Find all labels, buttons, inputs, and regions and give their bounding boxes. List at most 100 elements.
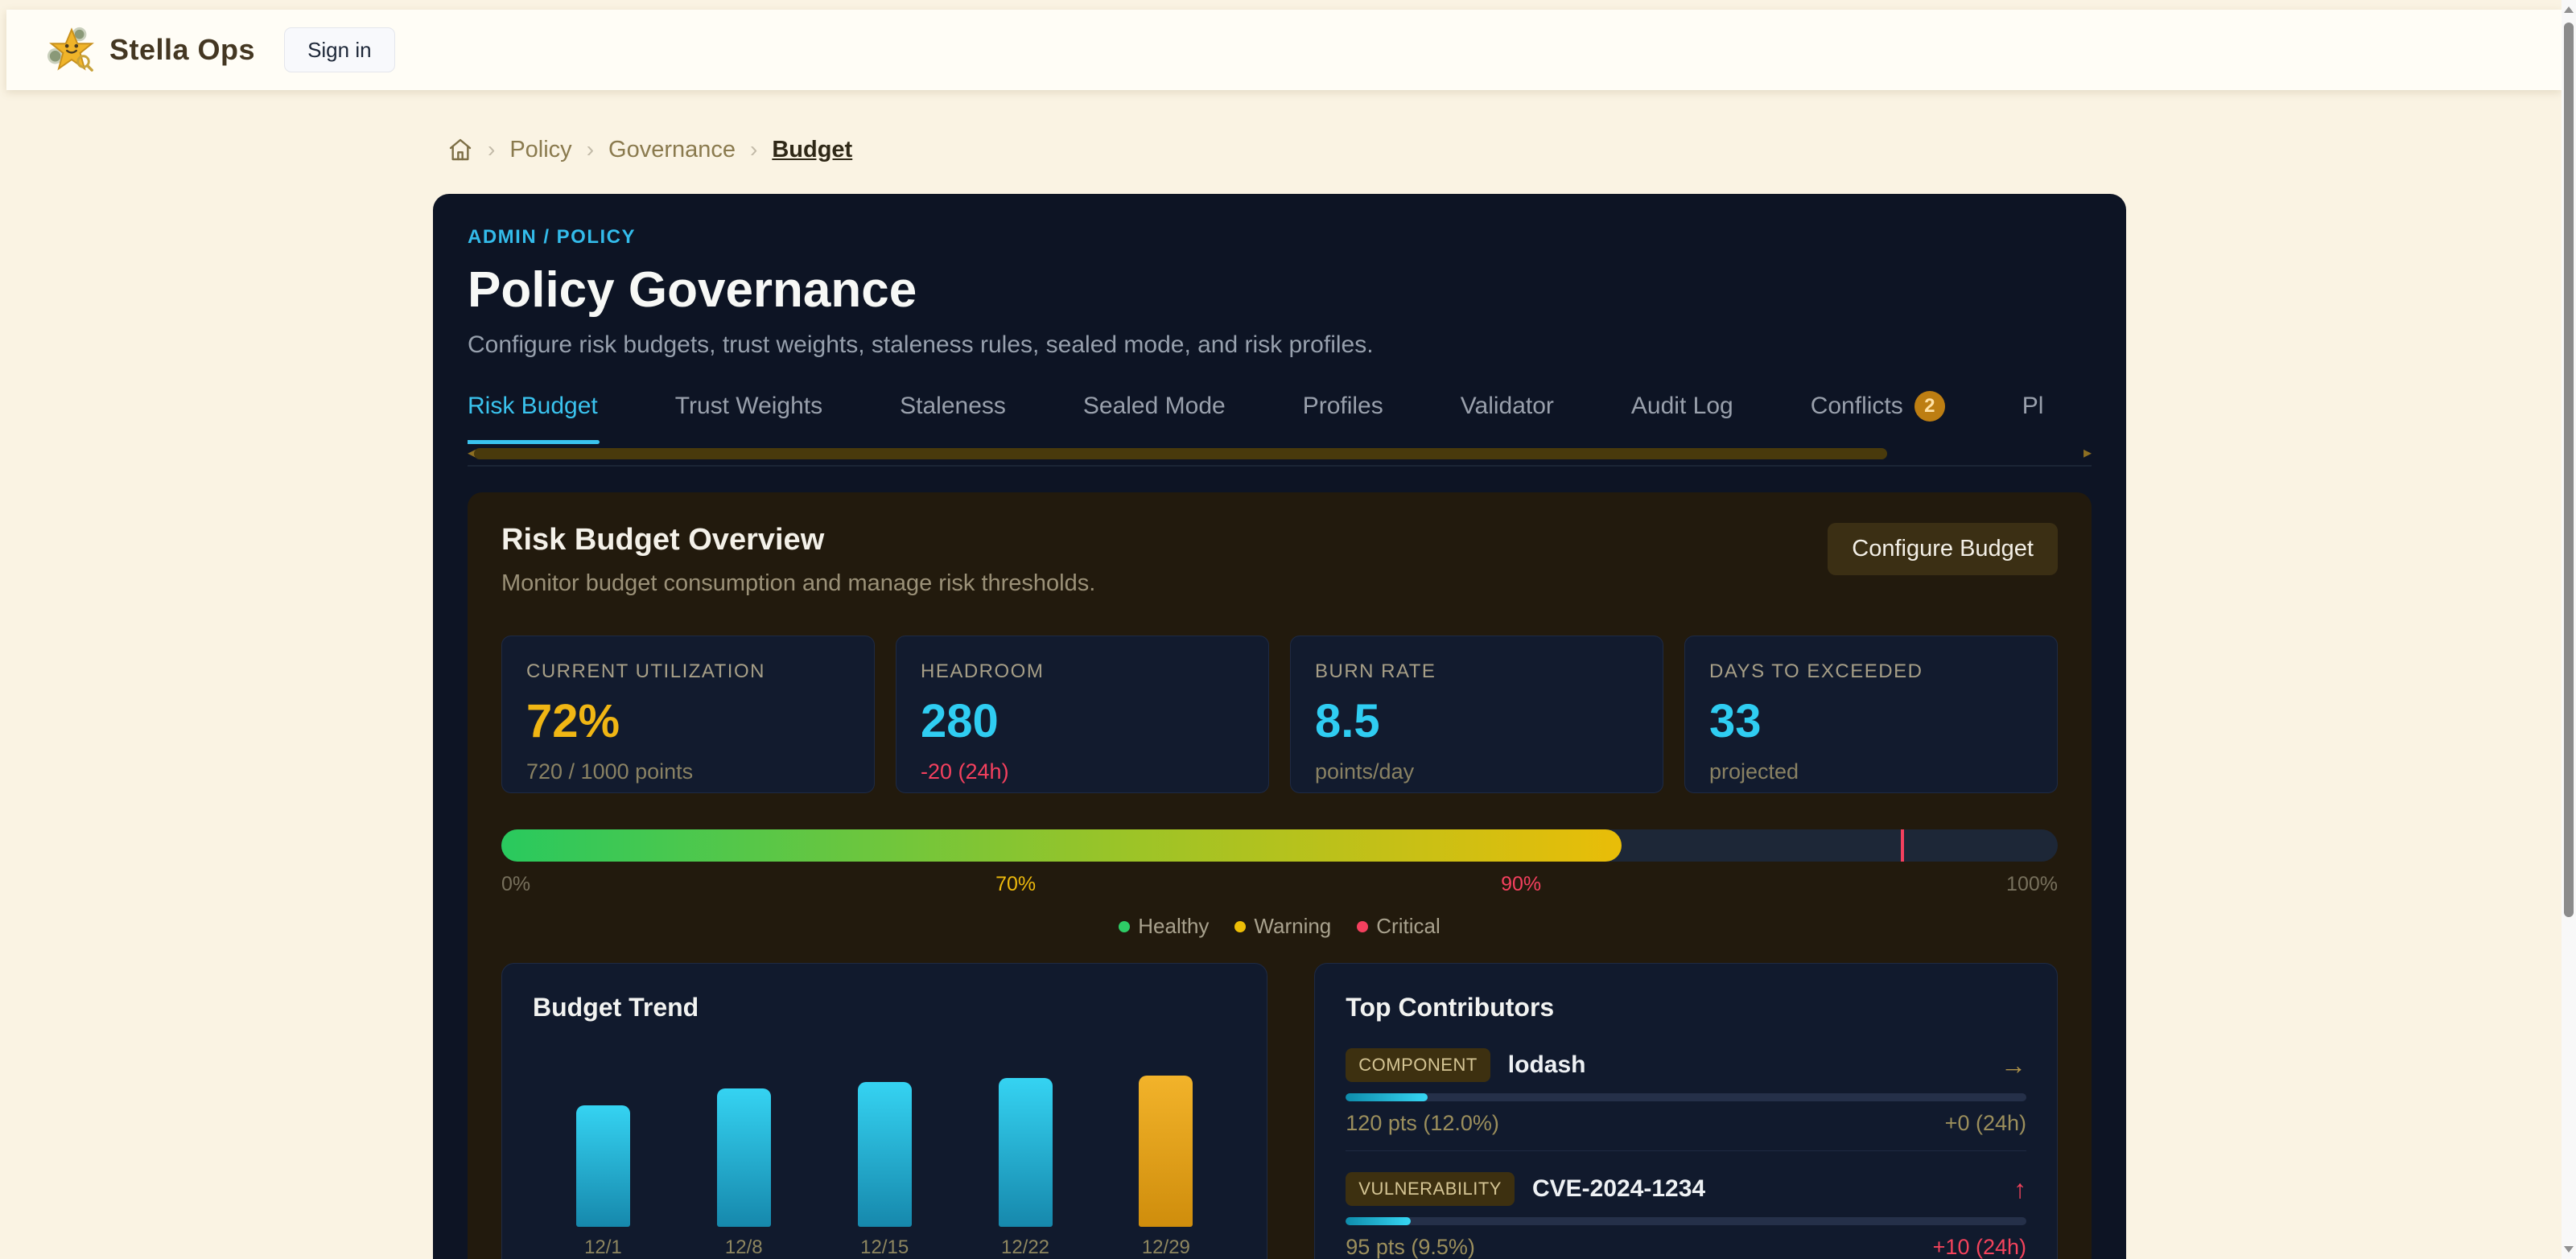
- contributor-header: VULNERABILITY CVE-2024-1234 ↑: [1346, 1171, 2026, 1208]
- chart-x-label: 12/22: [955, 1236, 1096, 1259]
- breadcrumb-item-policy[interactable]: Policy: [509, 137, 571, 163]
- contributor-delta: +0 (24h): [1945, 1111, 2026, 1136]
- budget-trend-card: Budget Trend 12/112/812/1512/2212/29: [501, 963, 1267, 1259]
- stat-card-current-utilization: CURRENT UTILIZATION 72% 720 / 1000 points: [501, 636, 875, 793]
- page-scrollbar[interactable]: [2562, 0, 2576, 1259]
- tab-scrollbar-thumb[interactable]: [474, 448, 1887, 459]
- tab-label: Validator: [1461, 393, 1554, 420]
- tab-label: Audit Log: [1631, 393, 1733, 420]
- utilization-legend: Healthy Warning Critical: [501, 914, 2058, 939]
- tab-profiles[interactable]: Profiles: [1303, 391, 1383, 444]
- stat-value: 33: [1709, 694, 2033, 748]
- contributor-row-lodash[interactable]: COMPONENTlodash→120 pts (12.0%)+0 (24h): [1346, 1047, 2026, 1136]
- contributor-points: 120 pts (12.0%): [1346, 1111, 1499, 1136]
- legend-item-healthy: Healthy: [1119, 914, 1209, 939]
- tab-sealed-mode[interactable]: Sealed Mode: [1083, 391, 1226, 444]
- contributor-progress-track: [1346, 1217, 2026, 1225]
- contributor-name: CVE-2024-1234: [1532, 1175, 1705, 1203]
- scrollbar-down-arrow-icon[interactable]: [2564, 1246, 2574, 1253]
- utilization-tick-90: 90%: [1501, 873, 1541, 896]
- trend-up-arrow-icon: ↑: [2013, 1175, 2026, 1204]
- utilization-progress-fill: [501, 829, 1622, 862]
- stats-grid: CURRENT UTILIZATION 72% 720 / 1000 points H…: [501, 636, 2058, 793]
- stat-label: CURRENT UTILIZATION: [526, 660, 850, 683]
- budget-trend-x-labels: 12/112/812/1512/2212/29: [533, 1236, 1236, 1259]
- utilization-tick-labels: 0% 70% 90% 100%: [501, 873, 2058, 896]
- tab-audit-log[interactable]: Audit Log: [1631, 391, 1733, 444]
- legend-dot-warning-icon: [1234, 921, 1246, 932]
- tab-label: Conflicts: [1811, 393, 1903, 420]
- tab-risk-budget[interactable]: Risk Budget: [468, 391, 598, 444]
- tab-label: Profiles: [1303, 393, 1383, 420]
- stat-label: BURN RATE: [1315, 660, 1638, 683]
- tab-validator[interactable]: Validator: [1461, 391, 1554, 444]
- contributor-type-badge: VULNERABILITY: [1346, 1172, 1515, 1206]
- risk-budget-overview-card: Risk Budget Overview Monitor budget cons…: [468, 492, 2092, 1259]
- budget-trend-title: Budget Trend: [533, 993, 1236, 1022]
- contributor-progress-fill: [1346, 1093, 1427, 1101]
- page-scrollbar-thumb[interactable]: [2564, 23, 2574, 917]
- tab-badge-count: 2: [1914, 391, 1945, 422]
- chart-bar-slot: [1095, 1076, 1236, 1227]
- stat-value: 8.5: [1315, 694, 1638, 748]
- tab-conflicts[interactable]: Conflicts 2: [1811, 391, 1945, 444]
- legend-item-critical: Critical: [1357, 914, 1440, 939]
- overview-title: Risk Budget Overview: [501, 523, 1095, 557]
- tab-label: Sealed Mode: [1083, 393, 1226, 420]
- stat-card-burn-rate: BURN RATE 8.5 points/day: [1290, 636, 1663, 793]
- stat-value: 72%: [526, 694, 850, 748]
- contributor-delta: +10 (24h): [1933, 1235, 2026, 1259]
- trend-flat-arrow-icon: →: [2001, 1051, 2026, 1080]
- stat-label: HEADROOM: [921, 660, 1244, 683]
- breadcrumb: ›Policy›Governance›Budget: [447, 132, 852, 167]
- stat-sub-text: points/day: [1315, 759, 1638, 784]
- breadcrumb-separator: ›: [587, 137, 594, 163]
- breadcrumb-home-link[interactable]: [447, 137, 473, 163]
- contributor-divider: [1346, 1150, 2026, 1151]
- budget-trend-bar-12-29: [1139, 1076, 1193, 1227]
- home-icon: [447, 137, 473, 163]
- configure-budget-button[interactable]: Configure Budget: [1828, 523, 2058, 575]
- chart-bar-slot: [533, 1105, 674, 1227]
- sign-in-button[interactable]: Sign in: [284, 27, 395, 72]
- tab-pl[interactable]: Pl: [2022, 391, 2044, 444]
- chart-bar-slot: [674, 1088, 814, 1227]
- utilization-tick-70: 70%: [995, 873, 1036, 896]
- tab-bottom-border: [468, 465, 2092, 467]
- policy-governance-panel: ADMIN / POLICY Policy Governance Configu…: [433, 194, 2126, 1259]
- utilization-tick-100: 100%: [2006, 873, 2058, 896]
- brand-logo-star-mascot-icon: [47, 25, 97, 75]
- page-title: Policy Governance: [468, 261, 2092, 319]
- contributor-stats: 120 pts (12.0%) +0 (24h): [1346, 1111, 2026, 1136]
- tab-scrollbar: ◂ ▸: [468, 447, 2092, 460]
- tab-trust-weights[interactable]: Trust Weights: [675, 391, 822, 444]
- tab-label: Staleness: [900, 393, 1006, 420]
- scrollbar-up-arrow-icon[interactable]: [2564, 6, 2574, 13]
- breadcrumb-separator: ›: [750, 137, 757, 163]
- utilization-tick-0: 0%: [501, 873, 530, 896]
- tab-staleness[interactable]: Staleness: [900, 391, 1006, 444]
- contributor-progress-fill: [1346, 1217, 1410, 1225]
- tab-scroll-right-arrow-icon[interactable]: ▸: [2083, 444, 2092, 462]
- contributor-row-cve-2024-1234[interactable]: VULNERABILITY CVE-2024-1234 ↑ 95 pts (9.5%)…: [1346, 1171, 2026, 1259]
- breadcrumb-item-governance[interactable]: Governance: [608, 137, 736, 163]
- contributor-points: 95 pts (9.5%): [1346, 1235, 1475, 1259]
- legend-label: Critical: [1376, 914, 1440, 939]
- legend-item-warning: Warning: [1234, 914, 1331, 939]
- chart-bar-slot: [814, 1082, 955, 1227]
- tab-label: Pl: [2022, 393, 2044, 420]
- utilization-progress-bar: [501, 829, 2058, 862]
- top-navbar: Stella Ops Sign in: [6, 10, 2562, 90]
- breadcrumb-item-budget: Budget: [772, 137, 852, 163]
- tab-bar: Risk Budget Trust Weights Staleness Sealed …: [468, 391, 2092, 444]
- tab-label: Risk Budget: [468, 393, 598, 420]
- legend-dot-critical-icon: [1357, 921, 1368, 932]
- contributor-progress-track: [1346, 1093, 2026, 1101]
- budget-trend-bar-12-1: [576, 1105, 630, 1227]
- stat-card-headroom: HEADROOM280-20 (24h): [896, 636, 1269, 793]
- overview-subtitle: Monitor budget consumption and manage ri…: [501, 570, 1095, 597]
- budget-trend-bar-12-15: [858, 1082, 912, 1227]
- stat-sub-text: projected: [1709, 759, 2033, 784]
- stat-sub-text: 720 / 1000 points: [526, 759, 850, 784]
- chart-bar-slot: [955, 1078, 1096, 1227]
